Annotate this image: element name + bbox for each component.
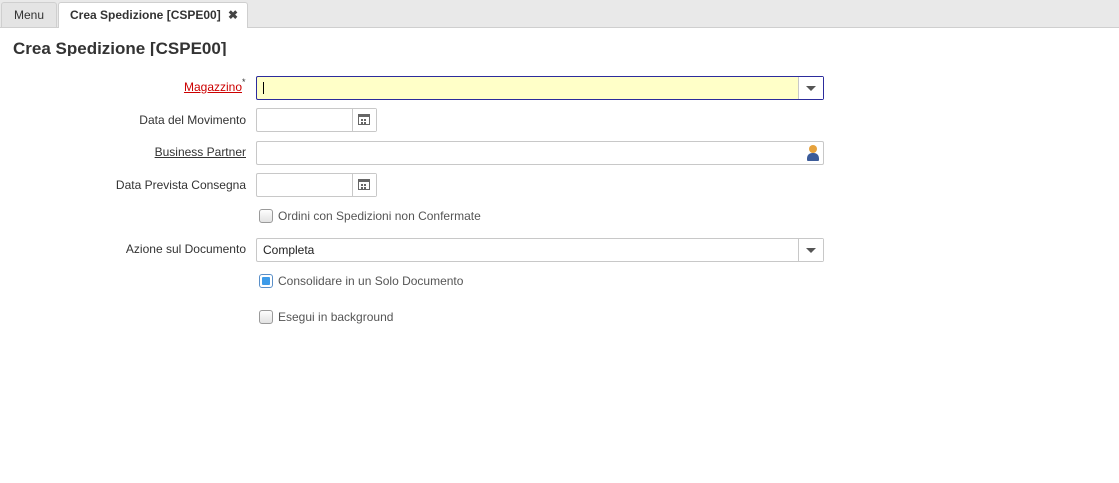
magazzino-dropdown-button[interactable]	[798, 77, 823, 99]
tab-menu[interactable]: Menu	[1, 2, 57, 27]
tab-bar: Menu Crea Spedizione [CSPE00] ✖	[0, 0, 1119, 28]
azione-documento-dropdown-button[interactable]	[798, 239, 823, 261]
data-movimento-field[interactable]	[256, 108, 377, 132]
business-partner-icon[interactable]	[806, 145, 820, 161]
person-body	[807, 153, 819, 161]
tab-menu-label: Menu	[13, 8, 45, 22]
tab-crea-spedizione[interactable]: Crea Spedizione [CSPE00] ✖	[58, 2, 248, 28]
data-prevista-field[interactable]	[256, 173, 377, 197]
data-movimento-label: Data del Movimento	[139, 113, 246, 127]
dropdown-arrow-icon	[806, 248, 816, 253]
calendar-icon	[358, 114, 370, 125]
magazzino-input[interactable]	[257, 77, 799, 99]
tab-crea-spedizione-label: Crea Spedizione [CSPE00]	[70, 8, 221, 22]
business-partner-input[interactable]	[257, 142, 797, 164]
text-caret	[263, 82, 264, 94]
background-label: Esegui in background	[278, 310, 394, 324]
data-prevista-input[interactable]	[257, 174, 354, 196]
person-head	[809, 145, 817, 153]
close-icon[interactable]: ✖	[228, 3, 238, 28]
magazzino-label[interactable]: Magazzino	[184, 80, 242, 94]
dropdown-arrow-icon	[806, 86, 816, 91]
magazzino-combobox[interactable]	[256, 76, 824, 100]
ordini-non-confermati-label: Ordini con Spedizioni non Confermate	[278, 209, 481, 223]
data-prevista-label: Data Prevista Consegna	[115, 178, 246, 192]
required-mark: *	[242, 77, 246, 87]
data-movimento-calendar-button[interactable]	[352, 109, 376, 131]
ordini-non-confermati-checkbox[interactable]	[259, 209, 273, 223]
consolidare-label: Consolidare in un Solo Documento	[278, 274, 464, 288]
calendar-icon	[358, 179, 370, 190]
data-prevista-calendar-button[interactable]	[352, 174, 376, 196]
business-partner-label[interactable]: Business Partner	[155, 145, 246, 159]
azione-documento-label: Azione sul Documento	[125, 242, 246, 256]
azione-documento-select[interactable]: Completa	[256, 238, 824, 262]
consolidare-checkbox[interactable]	[259, 274, 273, 288]
data-movimento-input[interactable]	[257, 109, 354, 131]
business-partner-field[interactable]	[256, 141, 824, 165]
azione-documento-value: Completa	[263, 243, 315, 257]
background-checkbox[interactable]	[259, 310, 273, 324]
page-title: Crea Spedizione [CSPE00]	[13, 39, 227, 56]
